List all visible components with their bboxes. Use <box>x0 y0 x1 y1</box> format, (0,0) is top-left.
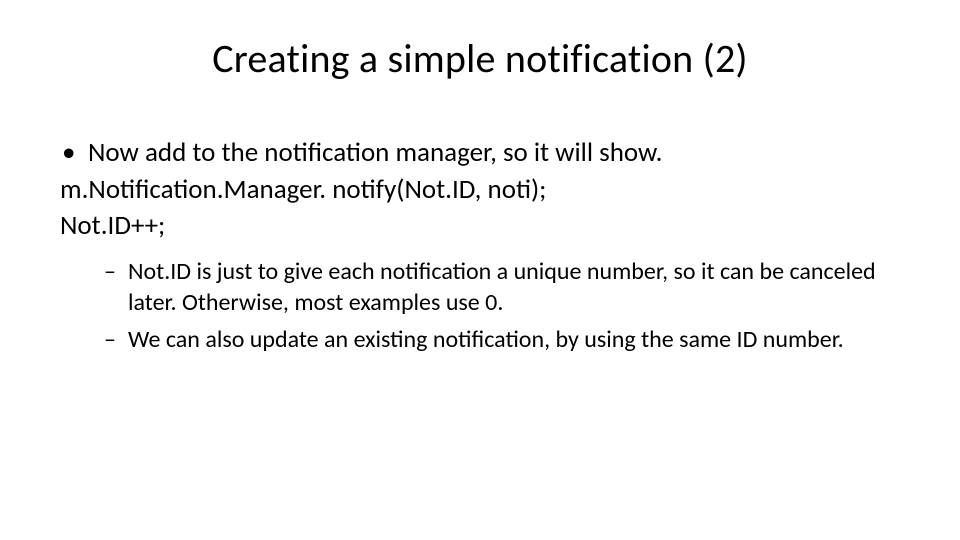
code-line-1: m.Notification.Manager. notify(Not.ID, n… <box>60 173 900 208</box>
bullet-level-2: – We can also update an existing notific… <box>104 324 900 355</box>
bullet-text: Now add to the notification manager, so … <box>88 136 662 171</box>
sub-bullet-text: Not.ID is just to give each notification… <box>128 256 900 318</box>
bullet-dot-icon: • <box>60 136 88 171</box>
bullet-level-1: • Now add to the notification manager, s… <box>60 136 900 171</box>
bullet-dash-icon: – <box>104 256 128 318</box>
slide: Creating a simple notification (2) • Now… <box>0 0 960 540</box>
sub-bullets: – Not.ID is just to give each notificati… <box>104 256 900 356</box>
slide-title: Creating a simple notification (2) <box>0 34 960 83</box>
code-line-2: Not.ID++; <box>60 209 900 244</box>
sub-bullet-text: We can also update an existing notificat… <box>128 324 844 355</box>
bullet-dash-icon: – <box>104 324 128 355</box>
bullet-level-2: – Not.ID is just to give each notificati… <box>104 256 900 318</box>
slide-body: • Now add to the notification manager, s… <box>60 136 900 361</box>
